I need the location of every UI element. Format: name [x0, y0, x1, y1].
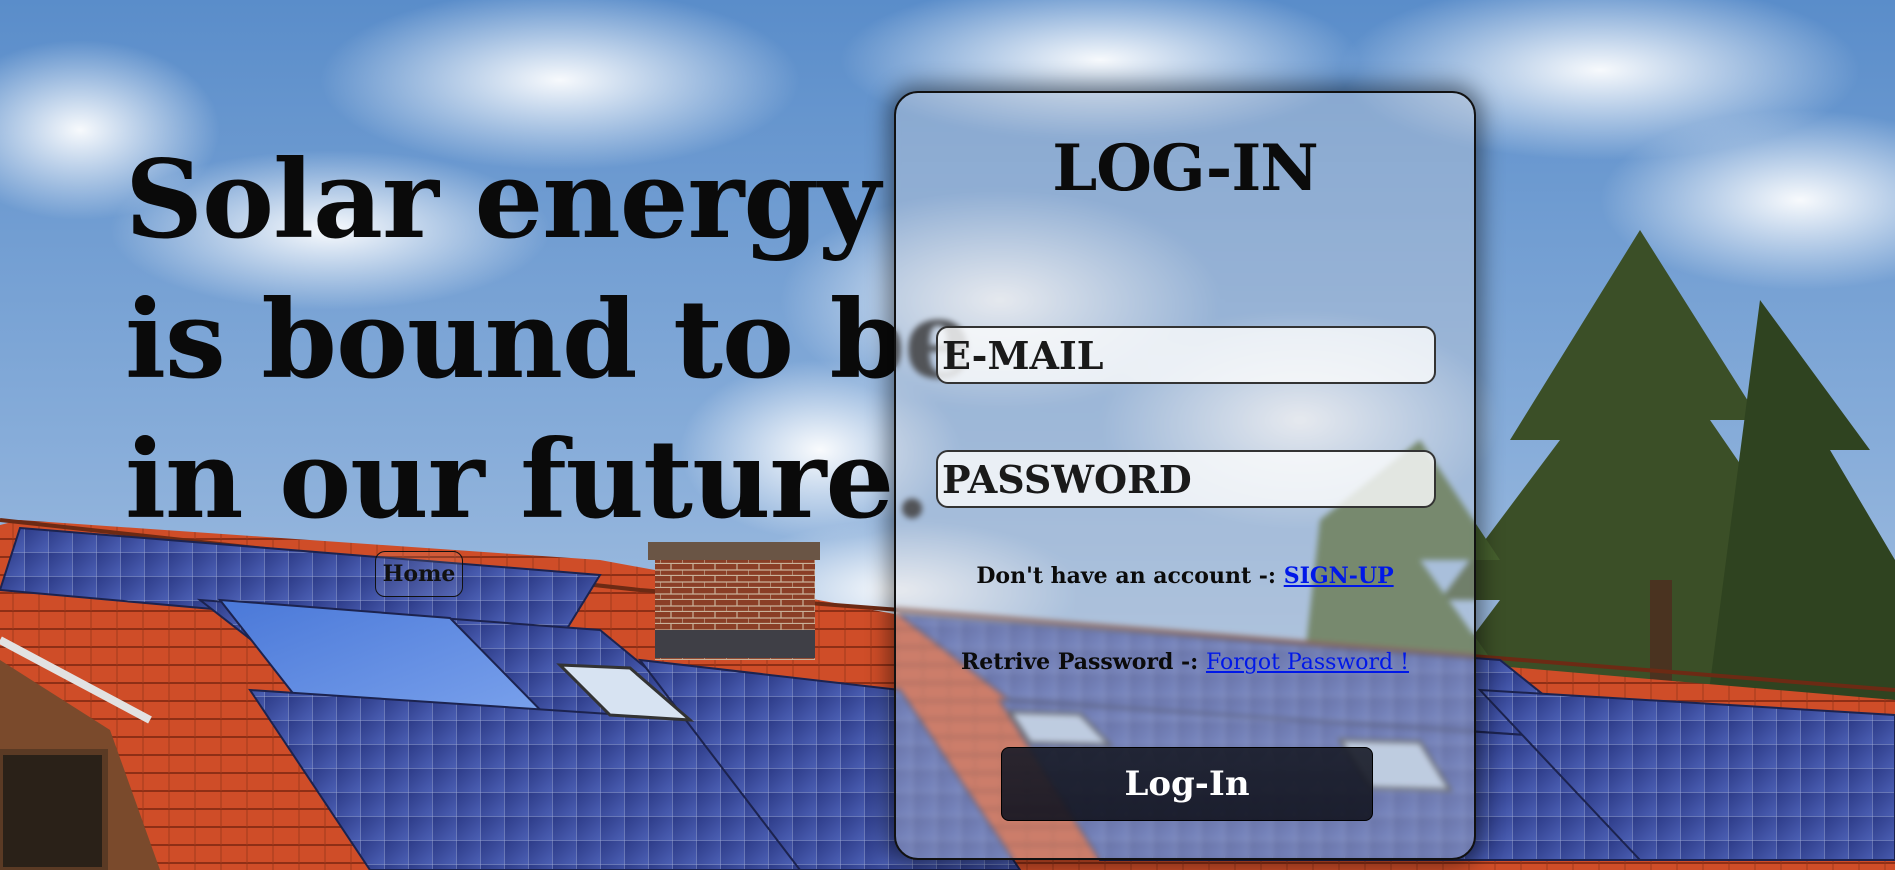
email-field[interactable]	[936, 326, 1436, 384]
headline-line-2: is bound to be	[125, 277, 973, 403]
login-title: LOG-IN	[1052, 131, 1319, 206]
login-card: LOG-IN Don't have an account -: SIGN-UP …	[894, 91, 1476, 860]
forgot-password-link[interactable]: Forgot Password !	[1206, 650, 1409, 675]
headline-line-3: in our future.	[125, 417, 931, 543]
signup-link[interactable]: SIGN-UP	[1284, 563, 1394, 589]
login-page: Solar energy is bound to be in our futur…	[0, 0, 1895, 870]
signup-prompt-text: Don't have an account -:	[976, 563, 1284, 589]
login-submit-button[interactable]: Log-In	[1001, 747, 1373, 821]
headline-line-1: Solar energy	[125, 137, 881, 263]
password-field[interactable]	[936, 450, 1436, 508]
retrieve-prompt-text: Retrive Password -:	[961, 649, 1206, 675]
home-button[interactable]: Home	[375, 551, 463, 597]
retrieve-password-line: Retrive Password -: Forgot Password !	[896, 649, 1474, 675]
signup-prompt-line: Don't have an account -: SIGN-UP	[896, 563, 1474, 589]
hero-headline: Solar energy is bound to be in our futur…	[125, 130, 973, 550]
